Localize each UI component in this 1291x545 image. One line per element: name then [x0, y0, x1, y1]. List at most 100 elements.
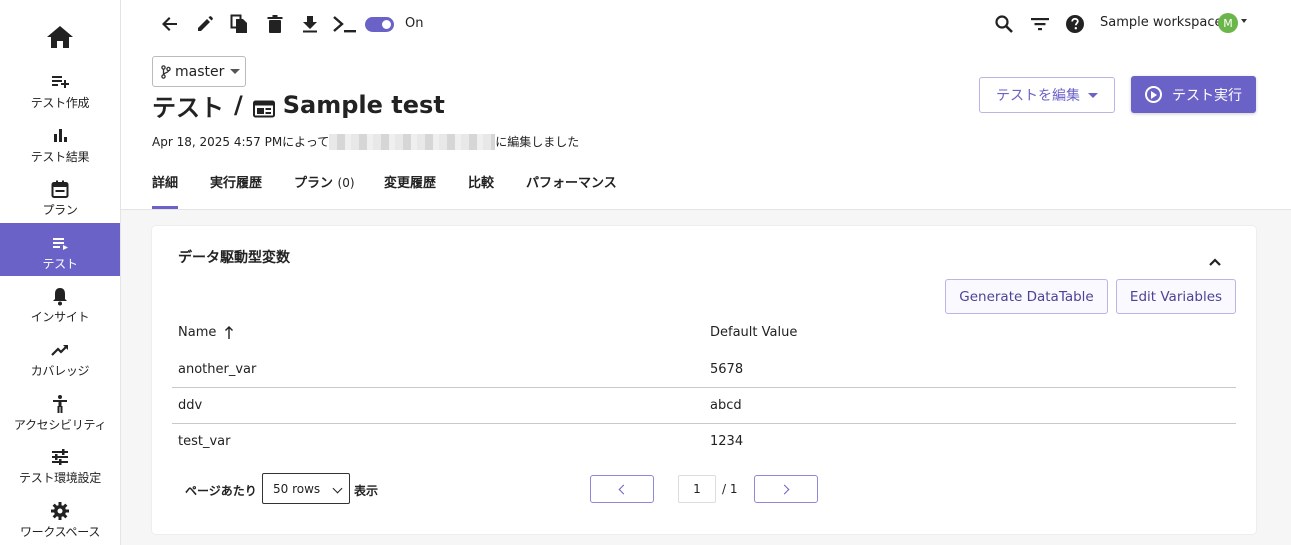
data-driven-variables-card: データ駆動型変数 Generate DataTable Edit Variabl…: [152, 226, 1256, 534]
sidebar-item-test-env[interactable]: テスト環境設定: [0, 437, 120, 490]
column-header-label: Default Value: [710, 325, 798, 340]
sidebar-item-test-create[interactable]: テスト作成: [0, 62, 120, 115]
sidebar-item-label: インサイト: [30, 310, 90, 324]
gear-icon: [50, 501, 70, 521]
column-header-name[interactable]: Name: [178, 325, 234, 340]
edit-test-label: テストを編集: [996, 88, 1080, 104]
page-number-input[interactable]: 1: [678, 475, 716, 503]
branch-select[interactable]: master: [152, 56, 246, 87]
sidebar-item-plan[interactable]: プラン: [0, 169, 120, 222]
tab-label: 実行履歴: [210, 176, 263, 191]
chevron-left-icon: [618, 484, 629, 494]
page-title: テスト / Sample test: [152, 88, 445, 122]
chevron-down-icon: [332, 483, 343, 494]
tab-label: プラン: [294, 176, 334, 191]
tab-plan[interactable]: プラン (0): [294, 172, 355, 191]
branch-icon: [161, 64, 171, 79]
enable-toggle[interactable]: [365, 17, 394, 32]
rows-per-page-label: ページあたり: [185, 484, 257, 498]
bar-chart-icon: [50, 126, 70, 146]
table-row[interactable]: another_var 5678: [172, 352, 1236, 388]
generate-datatable-button[interactable]: Generate DataTable: [945, 279, 1108, 314]
sidebar: テスト作成 テスト結果 プラン テスト インサイト カバレッジ アクセシビリティ…: [0, 0, 121, 545]
variable-name: another_var: [178, 362, 257, 377]
sidebar-item-accessibility[interactable]: アクセシビリティ: [0, 384, 120, 437]
list-icon: [50, 233, 70, 253]
run-test-label: テスト実行: [1172, 87, 1242, 104]
accessibility-icon: [50, 394, 70, 414]
edit-test-button[interactable]: テストを編集: [979, 77, 1115, 113]
bell-icon: [50, 286, 70, 306]
trending-up-icon: [50, 340, 70, 360]
search-icon[interactable]: [993, 13, 1015, 35]
sort-arrow-up-icon: [224, 325, 234, 340]
variable-value: 5678: [710, 362, 744, 377]
sidebar-item-label: テスト環境設定: [19, 471, 101, 485]
branch-name: master: [175, 63, 225, 80]
chevron-down-icon[interactable]: [1241, 19, 1247, 23]
workspace-name[interactable]: Sample workspace: [1100, 15, 1222, 30]
edit-date: Apr 18, 2025 4:57 PMによって: [152, 135, 330, 149]
tab-run-history[interactable]: 実行履歴: [210, 172, 262, 191]
edit-icon[interactable]: [195, 14, 215, 34]
column-header-default-value[interactable]: Default Value: [710, 325, 797, 340]
tab-label: 詳細: [152, 176, 179, 191]
web-window-icon: [252, 96, 275, 118]
table-row[interactable]: test_var 1234: [172, 424, 1236, 460]
filter-icon[interactable]: [1029, 13, 1051, 35]
download-icon[interactable]: [300, 14, 320, 34]
tab-label: 変更履歴: [384, 176, 437, 191]
tab-count: (0): [337, 176, 355, 190]
home-icon[interactable]: [46, 24, 74, 50]
column-header-label: Name: [178, 325, 217, 340]
sidebar-item-label: ワークスペース: [19, 525, 101, 539]
page-total: / 1: [722, 482, 738, 496]
edit-variables-button[interactable]: Edit Variables: [1116, 279, 1236, 314]
tab-details[interactable]: 詳細: [152, 172, 178, 191]
edit-meta: Apr 18, 2025 4:57 PMによって に編集しました: [152, 133, 579, 150]
sidebar-item-label: テスト結果: [30, 150, 90, 164]
variable-value: 1234: [710, 434, 744, 449]
chevron-down-icon: [1088, 92, 1098, 98]
chevron-up-icon[interactable]: [1207, 254, 1223, 270]
variable-name: ddv: [178, 398, 203, 413]
sidebar-item-label: カバレッジ: [30, 364, 90, 378]
sidebar-item-test[interactable]: テスト: [0, 223, 120, 276]
sidebar-item-label: テスト作成: [30, 96, 90, 110]
tab-performance[interactable]: パフォーマンス: [526, 172, 617, 191]
chevron-right-icon: [779, 484, 790, 494]
delete-icon[interactable]: [265, 14, 285, 34]
calendar-icon: [50, 179, 70, 199]
sidebar-item-insight[interactable]: インサイト: [0, 276, 120, 329]
tune-icon: [50, 447, 70, 467]
test-name: Sample test: [282, 91, 445, 119]
terminal-icon[interactable]: [332, 14, 358, 34]
rows-per-page-select[interactable]: 50 rows: [262, 473, 350, 504]
edit-suffix: に編集しました: [495, 135, 580, 149]
active-tab-indicator: [152, 206, 178, 209]
copy-icon[interactable]: [229, 14, 249, 34]
sidebar-item-label: アクセシビリティ: [13, 418, 107, 432]
avatar[interactable]: M: [1218, 13, 1238, 33]
play-circle-icon: [1145, 86, 1162, 103]
sidebar-item-workspace[interactable]: ワークスペース: [0, 491, 120, 544]
rows-per-page-value: 50 rows: [273, 481, 321, 496]
playlist-add-icon: [50, 72, 70, 92]
table-row[interactable]: ddv abcd: [172, 388, 1236, 424]
next-page-button[interactable]: [754, 475, 818, 503]
tab-compare[interactable]: 比較: [468, 172, 494, 191]
prev-page-button[interactable]: [590, 475, 654, 503]
card-title: データ駆動型変数: [178, 250, 290, 266]
back-arrow-icon[interactable]: [160, 14, 180, 34]
sidebar-item-test-results[interactable]: テスト結果: [0, 116, 120, 169]
title-separator: /: [234, 91, 243, 119]
toggle-state-label: On: [405, 16, 424, 31]
variable-value: abcd: [710, 398, 742, 413]
variable-name: test_var: [178, 434, 231, 449]
main-content: On Sample workspace M master テスト / Sampl…: [121, 0, 1291, 545]
sidebar-item-coverage[interactable]: カバレッジ: [0, 330, 120, 383]
help-icon[interactable]: [1064, 13, 1086, 35]
tab-change-history[interactable]: 変更履歴: [384, 172, 436, 191]
display-label: 表示: [354, 484, 379, 498]
run-test-button[interactable]: テスト実行: [1131, 76, 1256, 113]
